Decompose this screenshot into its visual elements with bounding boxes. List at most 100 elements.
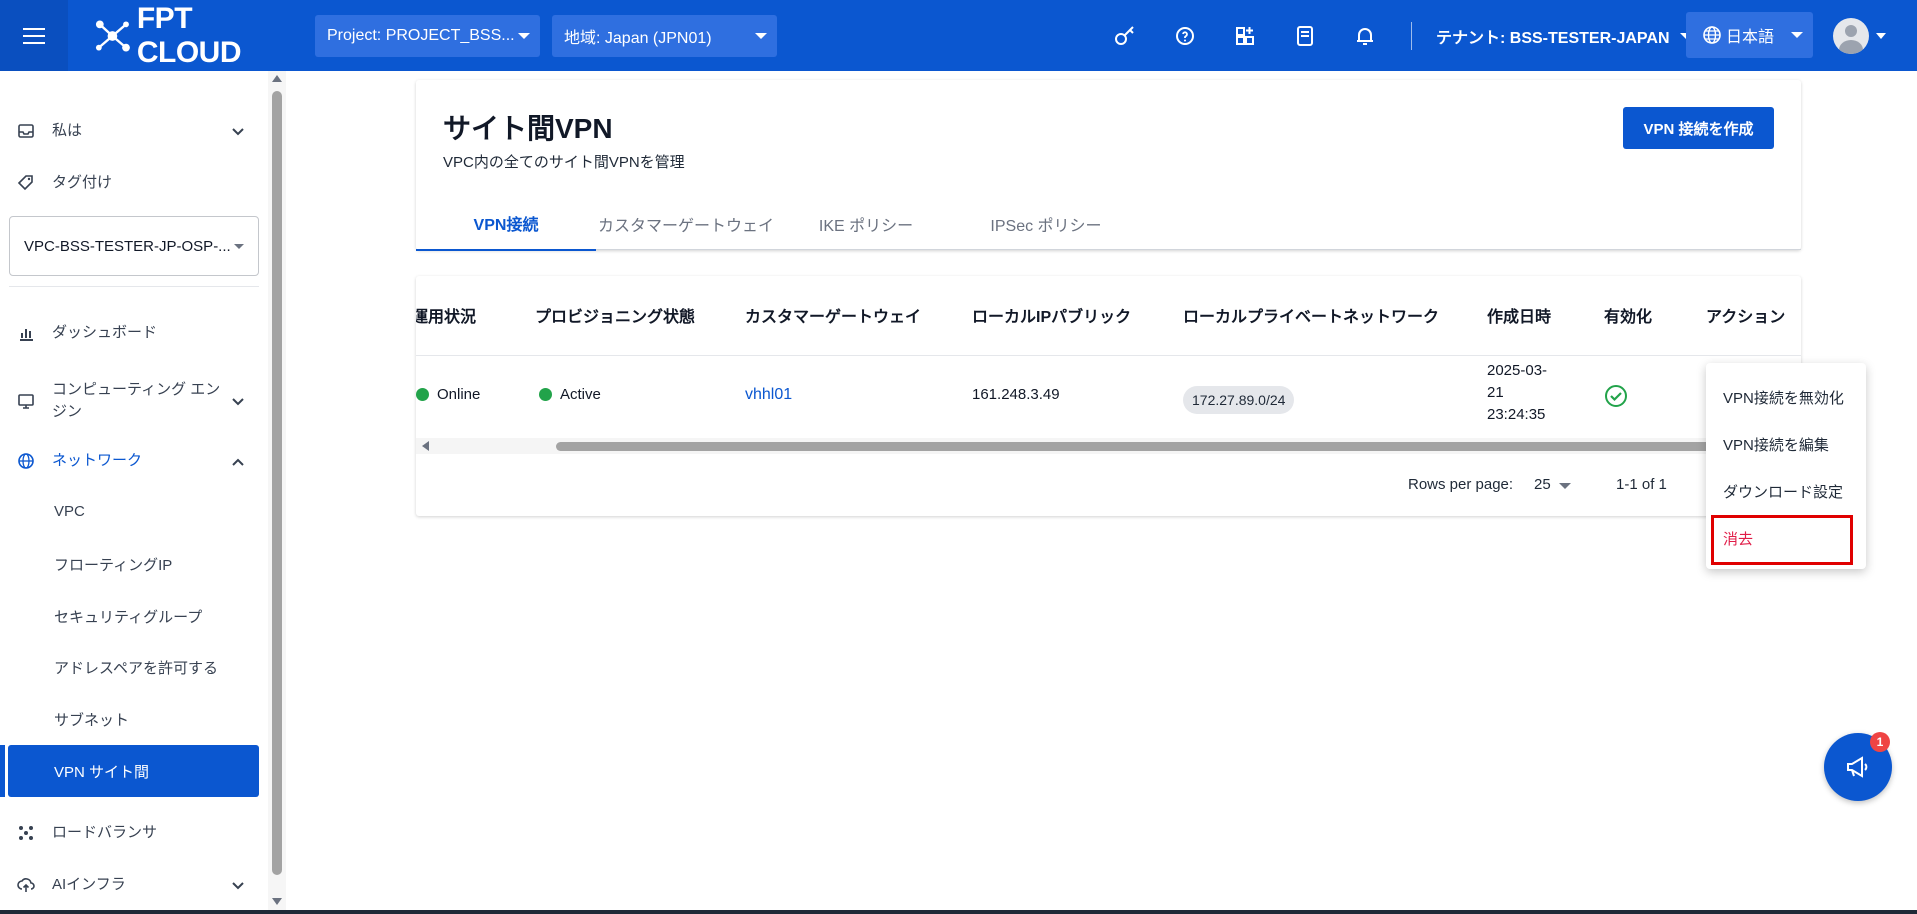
menu-item-edit-vpn[interactable]: VPN接続を編集 (1723, 434, 1829, 455)
status-active-dot (539, 388, 552, 401)
cell-created: 2025-03- 21 23:24:35 (1487, 360, 1547, 426)
column-header-provisioning: プロビジョニング状態 (535, 309, 696, 326)
provisioning-text: Active (560, 386, 601, 403)
sidebar-sub-security-group[interactable]: セキュリティグループ (54, 606, 202, 627)
sidebar-item-me[interactable]: 私は (0, 109, 262, 153)
caret-down-icon (234, 244, 244, 249)
vpc-select-value: VPC-BSS-TESTER-JP-OSP-... (24, 237, 231, 255)
avatar-head (1845, 25, 1857, 37)
sidebar-item-ai-infra[interactable]: AIインフラ (0, 863, 262, 907)
gateway-link[interactable]: vhhl01 (745, 386, 792, 404)
tenant-select[interactable]: テナント: BSS-TESTER-JAPAN (1436, 24, 1692, 48)
project-select[interactable]: Project: PROJECT_BSS... (315, 14, 540, 57)
table-scroll-thumb[interactable] (556, 442, 1801, 451)
brand-name: FPT CLOUD (136, 1, 242, 69)
sidebar-item-computing[interactable]: コンピューティング エンジン (0, 371, 262, 431)
chevron-down-icon (232, 123, 244, 140)
tab-customer-gateway[interactable]: カスタマーゲートウェイ (596, 197, 776, 250)
support-chat-icon (1176, 26, 1194, 45)
header-divider (1411, 22, 1412, 50)
globe-network-icon (17, 452, 35, 470)
column-header-created: 作成日時 (1487, 309, 1552, 326)
chevron-down-icon (232, 877, 244, 894)
row-action-menu: VPN接続を無効化 VPN接続を編集 ダウンロード設定 消去 (1706, 363, 1866, 569)
top-icon-group (1095, 0, 1395, 71)
vpc-select[interactable]: VPC-BSS-TESTER-JP-OSP-... (9, 216, 259, 276)
sidebar-sub-vpc[interactable]: VPC (54, 503, 85, 520)
local-ip-text: 161.248.3.49 (972, 386, 1060, 403)
pagination-range: 1-1 of 1 (1616, 476, 1667, 493)
tab-vpn-connection[interactable]: VPN接続 (416, 197, 596, 251)
sidebar-scroll-thumb[interactable] (272, 91, 282, 875)
column-header-private-network: ローカルプライベートネットワーク (1183, 309, 1440, 326)
sidebar-item-label: コンピューティング エンジン (52, 381, 221, 420)
scroll-down-arrow-icon[interactable] (272, 898, 282, 905)
caret-down-icon (1791, 32, 1803, 38)
caret-down-icon[interactable] (1559, 483, 1571, 489)
page-subtitle: VPC内の全てのサイト間VPNを管理 (443, 154, 685, 171)
vpn-table-card: 運用状況 プロビジョニング状態 カスタマーゲートウェイ ローカルIPパブリック … (416, 276, 1801, 516)
chevron-down-icon (232, 393, 244, 410)
scroll-up-arrow-icon[interactable] (272, 75, 282, 82)
sidebar-sub-vpn-site-to-site[interactable]: VPN サイト間 (8, 745, 259, 797)
sidebar-item-network[interactable]: ネットワーク (0, 439, 262, 483)
support-button[interactable] (1155, 24, 1215, 48)
cell-status: Online (416, 386, 480, 403)
user-avatar[interactable] (1833, 18, 1869, 54)
notification-badge: 1 (1870, 732, 1890, 752)
megaphone-icon (1847, 756, 1868, 778)
cell-provisioning: Active (539, 386, 601, 403)
language-select[interactable]: 日本語 (1686, 12, 1813, 58)
status-text: Online (437, 386, 481, 403)
book-icon (1297, 25, 1313, 46)
fpt-logo-icon (95, 19, 130, 52)
tenant-label: テナント: BSS-TESTER-JAPAN (1436, 30, 1670, 47)
sidebar-item-label: ロードバランサ (52, 824, 158, 841)
column-header-actions: アクション (1706, 309, 1786, 326)
scroll-left-arrow-icon[interactable] (422, 441, 429, 451)
menu-item-download-config[interactable]: ダウンロード設定 (1723, 481, 1843, 502)
rows-per-page-select[interactable]: 25 (1534, 476, 1551, 493)
sidebar-item-load-balancer[interactable]: ロードバランサ (0, 811, 262, 855)
apps-button[interactable] (1215, 24, 1275, 48)
tab-ike-policy[interactable]: IKE ポリシー (776, 197, 956, 250)
key-icon (1115, 25, 1134, 45)
load-balancer-icon (17, 824, 35, 842)
sidebar-item-label: ダッシュボード (52, 324, 158, 341)
network-chip: 172.27.89.0/24 (1183, 386, 1295, 414)
add-widget-icon (1236, 26, 1254, 45)
create-vpn-button[interactable]: VPN 接続を作成 (1623, 107, 1774, 149)
bell-icon (1357, 27, 1373, 45)
sidebar-item-label: AIインフラ (52, 876, 126, 893)
sidebar-item-label: 私は (52, 122, 83, 139)
active-indicator (0, 745, 5, 797)
menu-toggle-button[interactable] (0, 0, 68, 71)
sidebar-sub-address-pair[interactable]: アドレスペアを許可する (54, 657, 218, 678)
docs-button[interactable] (1275, 24, 1335, 48)
sidebar-item-dashboard[interactable]: ダッシュボード (0, 311, 262, 355)
notifications-button[interactable] (1335, 24, 1395, 48)
cell-local-ip: 161.248.3.49 (972, 386, 1060, 403)
brand-logo[interactable]: FPT CLOUD (94, 2, 299, 70)
tab-ipsec-policy[interactable]: IPSec ポリシー (956, 197, 1136, 250)
sidebar-item-label: VPN サイト間 (54, 763, 150, 781)
page-header-card: サイト間VPN VPC内の全てのサイト間VPNを管理 VPN 接続を作成 VPN… (416, 80, 1801, 251)
sidebar-item-tags[interactable]: タグ付け (0, 161, 262, 205)
sidebar-item-label: ネットワーク (52, 452, 143, 469)
window-bottom-border (0, 910, 1917, 914)
caret-down-icon (755, 32, 767, 39)
tab-bar: VPN接続 カスタマーゲートウェイ IKE ポリシー IPSec ポリシー (416, 197, 1801, 251)
key-button[interactable] (1095, 24, 1155, 48)
page-title: サイト間VPN (443, 113, 613, 144)
sidebar-sub-floating-ip[interactable]: フローティングIP (54, 554, 172, 575)
sidebar-sub-subnet[interactable]: サブネット (54, 709, 129, 730)
region-select[interactable]: 地域: Japan (JPN01) (552, 14, 777, 57)
menu-item-disable-vpn[interactable]: VPN接続を無効化 (1723, 387, 1844, 408)
inbox-icon (17, 122, 35, 140)
caret-down-icon (518, 32, 530, 39)
hamburger-icon (23, 34, 45, 37)
account-caret-icon[interactable] (1876, 33, 1886, 39)
rows-per-page-label: Rows per page: (1408, 476, 1514, 493)
delete-highlight-box (1711, 515, 1853, 565)
sidebar: 私は タグ付け VPC-BSS-TESTER-JP-OSP-... ダッシュボー… (0, 71, 286, 914)
